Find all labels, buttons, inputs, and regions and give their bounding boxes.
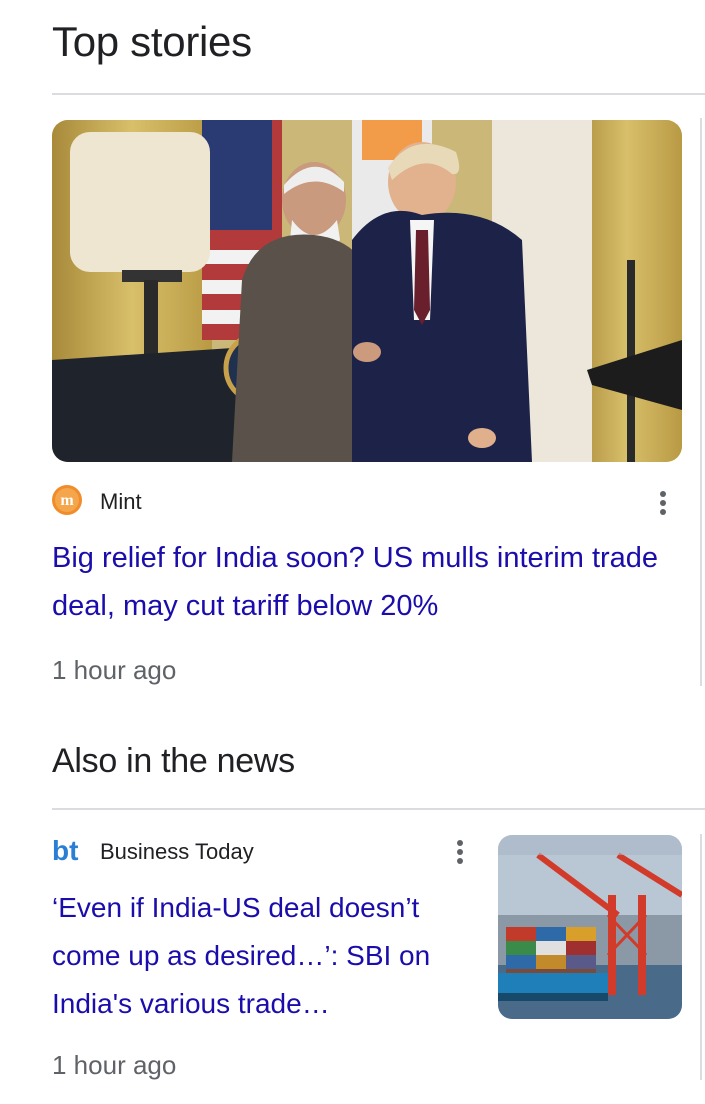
story-source[interactable]: m Mint <box>52 484 142 520</box>
source-name: Business Today <box>100 839 254 864</box>
story-source[interactable]: bt Business Today <box>52 835 254 869</box>
section-title-top-stories: Top stories <box>52 18 252 65</box>
svg-text:m: m <box>60 492 74 509</box>
divider <box>52 808 705 810</box>
more-options-icon[interactable] <box>448 834 472 870</box>
card-edge <box>700 834 702 1080</box>
more-options-icon[interactable] <box>651 485 675 521</box>
mint-logo-icon: m <box>52 484 82 520</box>
story-timestamp: 1 hour ago <box>52 655 177 685</box>
source-name: Mint <box>100 489 142 514</box>
section-title-also-in-news: Also in the news <box>52 742 295 780</box>
carousel-edge <box>700 118 702 686</box>
business-today-logo-icon: bt <box>52 835 84 869</box>
story-image[interactable] <box>52 120 682 462</box>
svg-text:bt: bt <box>52 836 78 864</box>
story-headline-link[interactable]: ‘Even if India-US deal doesn’t come up a… <box>52 884 482 1028</box>
press-conference-photo <box>52 120 682 462</box>
cargo-ship-cranes-photo <box>498 835 682 1019</box>
story-timestamp: 1 hour ago <box>52 1050 177 1080</box>
divider <box>52 93 705 95</box>
story-headline-link[interactable]: Big relief for India soon? US mulls inte… <box>52 534 662 630</box>
story-thumbnail[interactable] <box>498 835 682 1019</box>
